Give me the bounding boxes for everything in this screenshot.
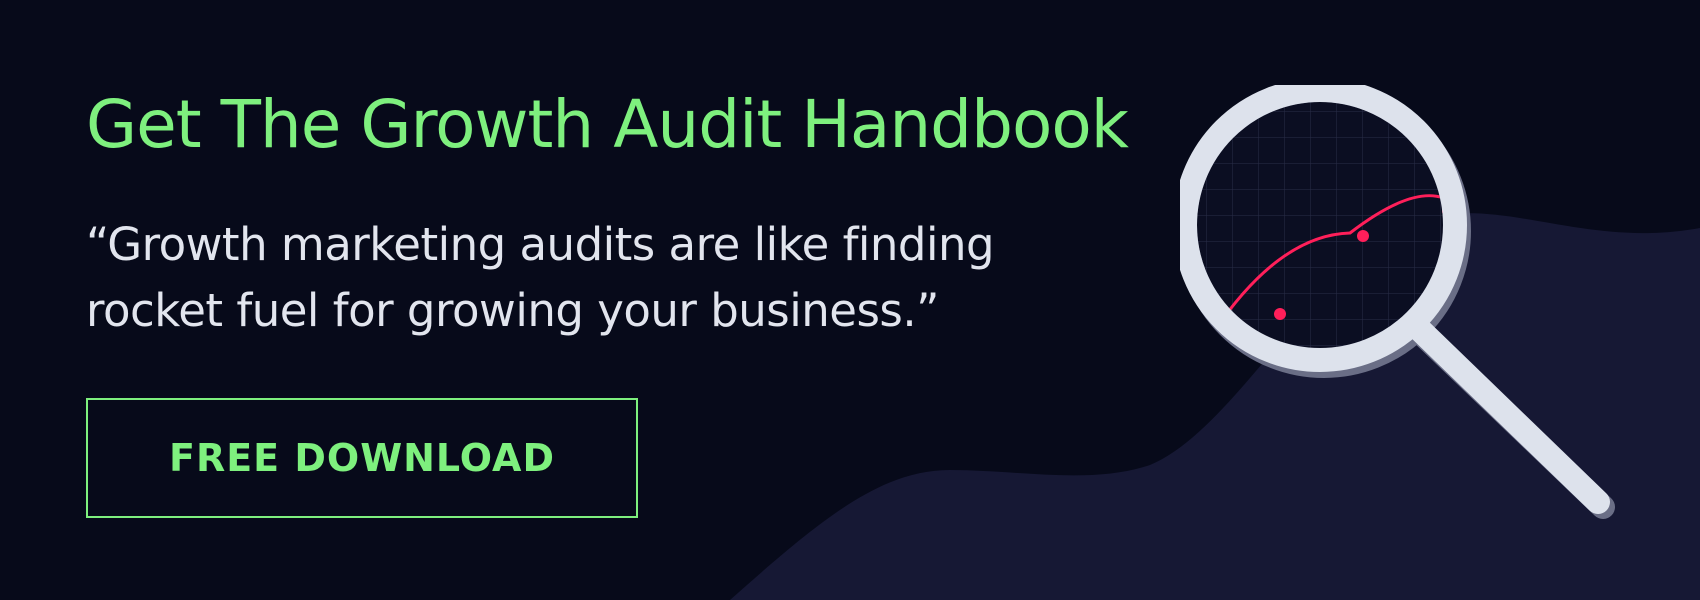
free-download-button[interactable]: FREE DOWNLOAD [86,398,638,518]
quote-line-2: rocket fuel for growing your business.” [86,284,939,337]
testimonial-quote: “Growth marketing audits are like findin… [86,212,995,344]
page-title: Get The Growth Audit Handbook [86,86,1129,163]
magnifier-handle [1403,313,1610,514]
chart-point-2 [1357,230,1369,242]
quote-line-1: “Growth marketing audits are like findin… [86,218,995,271]
chart-point-1 [1274,308,1286,320]
magnifying-glass-icon [1180,85,1615,519]
